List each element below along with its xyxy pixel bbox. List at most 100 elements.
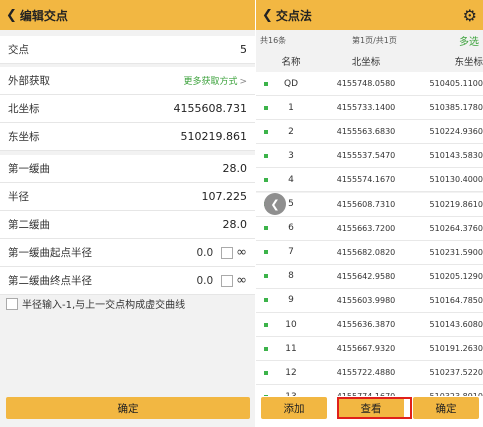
node-label: 交点 [8,44,29,56]
row-east: 510164.7850 [429,295,483,305]
row-north: 4155748.0580 [336,79,396,88]
end-radius-infinity-checkbox[interactable] [221,274,234,287]
external-label: 外部获取 [8,75,50,87]
row-east: 510405.1100 [429,79,483,88]
infinity-icon: ∞ [236,273,247,288]
east-label: 东坐标 [8,131,40,143]
external-source-row[interactable]: 外部获取 更多获取方式 > [0,67,255,95]
row-name: 3 [288,150,294,161]
table-row[interactable]: 3 4155537.5470 510143.5830 [256,144,483,169]
page-title: 交点法 [275,8,312,23]
virtual-intersection-label: 半径输入-1,与上一交点构成虚交曲线 [22,300,186,311]
start-radius-label: 第一缓曲起点半径 [8,247,92,259]
start-radius-infinity-checkbox[interactable] [221,246,234,259]
curve1-value[interactable]: 28.0 [223,162,248,175]
node-value[interactable]: 5 [240,43,247,56]
node-number-field[interactable]: 交点 5 [0,36,255,64]
row-name: 6 [288,223,294,234]
confirm-button[interactable]: 确定 [413,397,479,419]
multi-select-button[interactable]: 多选 [459,33,479,48]
row-name: 10 [285,319,297,330]
row-north: 4155537.5470 [336,151,396,161]
list-meta: 共16条 第1页/共1页 多选 [256,30,483,50]
row-name: QD [283,78,298,89]
table-row[interactable]: 10 4155636.3870 510143.6080 [256,313,483,337]
start-radius-field[interactable]: 第一缓曲起点半径 0.0 ∞ [0,239,255,267]
highlight-box [337,397,412,419]
node-list-titlebar: ❮ 交点法 ⚙ [256,0,483,30]
add-button[interactable]: 添加 [261,397,327,419]
table-row[interactable]: 6 4155663.7200 510264.3760 [256,216,483,241]
end-radius-field[interactable]: 第二缓曲终点半径 0.0 ∞ [0,267,255,295]
row-north: 4155603.9980 [336,295,396,305]
east-value[interactable]: 510219.861 [181,130,247,143]
header-name: 名称 [281,57,301,68]
row-name: 4 [288,174,294,185]
row-name: 8 [288,271,294,282]
north-coordinate-field[interactable]: 北坐标 4155608.731 [0,95,255,123]
row-north: 4155574.1670 [336,175,396,185]
row-east: 510205.1290 [429,271,483,281]
row-east: 510191.2630 [429,344,483,354]
virtual-intersection-checkbox[interactable] [6,297,18,310]
table-row[interactable]: QD 4155748.0580 510405.1100 [256,72,483,96]
gear-icon[interactable]: ⚙ [463,6,477,25]
back-icon[interactable]: ❮ [262,8,273,23]
end-radius-label: 第二缓曲终点半径 [8,275,92,287]
row-name: 1 [288,102,294,113]
east-coordinate-field[interactable]: 东坐标 510219.861 [0,123,255,151]
row-name: 2 [288,126,294,137]
row-north: 4155636.3870 [336,320,396,329]
header-north: 北坐标 [351,57,381,68]
collapse-arrow-icon[interactable]: ❮ [264,193,286,215]
row-north: 4155642.9580 [336,271,396,281]
row-east: 510224.9360 [429,127,483,137]
radius-label: 半径 [8,191,29,203]
table-row[interactable]: 12 4155722.4880 510237.5220 [256,361,483,386]
row-north: 4155733.1400 [336,103,396,113]
row-name: 11 [285,343,297,354]
row-east: 510264.3760 [429,223,483,233]
row-east: 510143.6080 [429,320,483,329]
first-transition-field[interactable]: 第一缓曲 28.0 [0,155,255,183]
more-sources-link[interactable]: 更多获取方式 > [183,74,247,87]
row-north: 4155663.7200 [336,223,396,233]
row-north: 4155563.6830 [336,127,396,137]
row-east: 510231.5900 [429,247,483,257]
table-row[interactable]: 9 4155603.9980 510164.7850 [256,288,483,313]
radius-field[interactable]: 半径 107.225 [0,183,255,211]
north-value[interactable]: 4155608.731 [174,102,247,115]
row-north: 4155667.9320 [336,344,396,354]
row-north: 4155682.0820 [336,247,396,257]
row-name: 12 [285,367,297,378]
row-north: 4155608.7310 [336,199,396,209]
table-row[interactable]: 5 4155608.7310 510219.8610 [256,192,483,217]
radius-value[interactable]: 107.225 [202,190,248,203]
table-row[interactable]: 2 4155563.6830 510224.9360 [256,120,483,145]
row-name: 7 [288,247,294,258]
chevron-right-icon: > [239,77,247,87]
table-row[interactable]: 7 4155682.0820 510231.5900 [256,240,483,265]
table-row[interactable]: 4 4155574.1670 510130.4000 [256,168,483,193]
table-row[interactable]: 1 4155733.1400 510385.1780 [256,96,483,121]
row-east: 510130.4000 [429,175,483,185]
confirm-button[interactable]: 确定 [6,397,250,419]
virtual-intersection-option[interactable]: 半径输入-1,与上一交点构成虚交曲线 [6,296,185,311]
row-north: 4155722.4880 [336,368,396,378]
edit-node-titlebar: ❮ 编辑交点 [0,0,255,30]
row-east: 510219.8610 [429,199,483,209]
row-east: 510237.5220 [429,368,483,378]
second-transition-field[interactable]: 第二缓曲 28.0 [0,211,255,239]
total-count: 共16条 [260,35,287,45]
edit-node-panel: ❮ 编辑交点 交点 5 外部获取 更多获取方式 > 北坐标 4155608.731… [0,0,255,427]
back-icon[interactable]: ❮ [6,8,17,23]
header-east: 东坐标 [454,57,483,68]
end-radius-value[interactable]: 0.0 [196,275,213,287]
north-label: 北坐标 [8,103,40,115]
start-radius-value[interactable]: 0.0 [196,247,213,259]
bottom-button-bar: 添加 查看 确定 [256,396,483,427]
table-row[interactable]: 8 4155642.9580 510205.1290 [256,264,483,289]
row-name: 9 [288,295,294,306]
curve2-value[interactable]: 28.0 [223,218,248,231]
table-row[interactable]: 11 4155667.9320 510191.2630 [256,337,483,362]
